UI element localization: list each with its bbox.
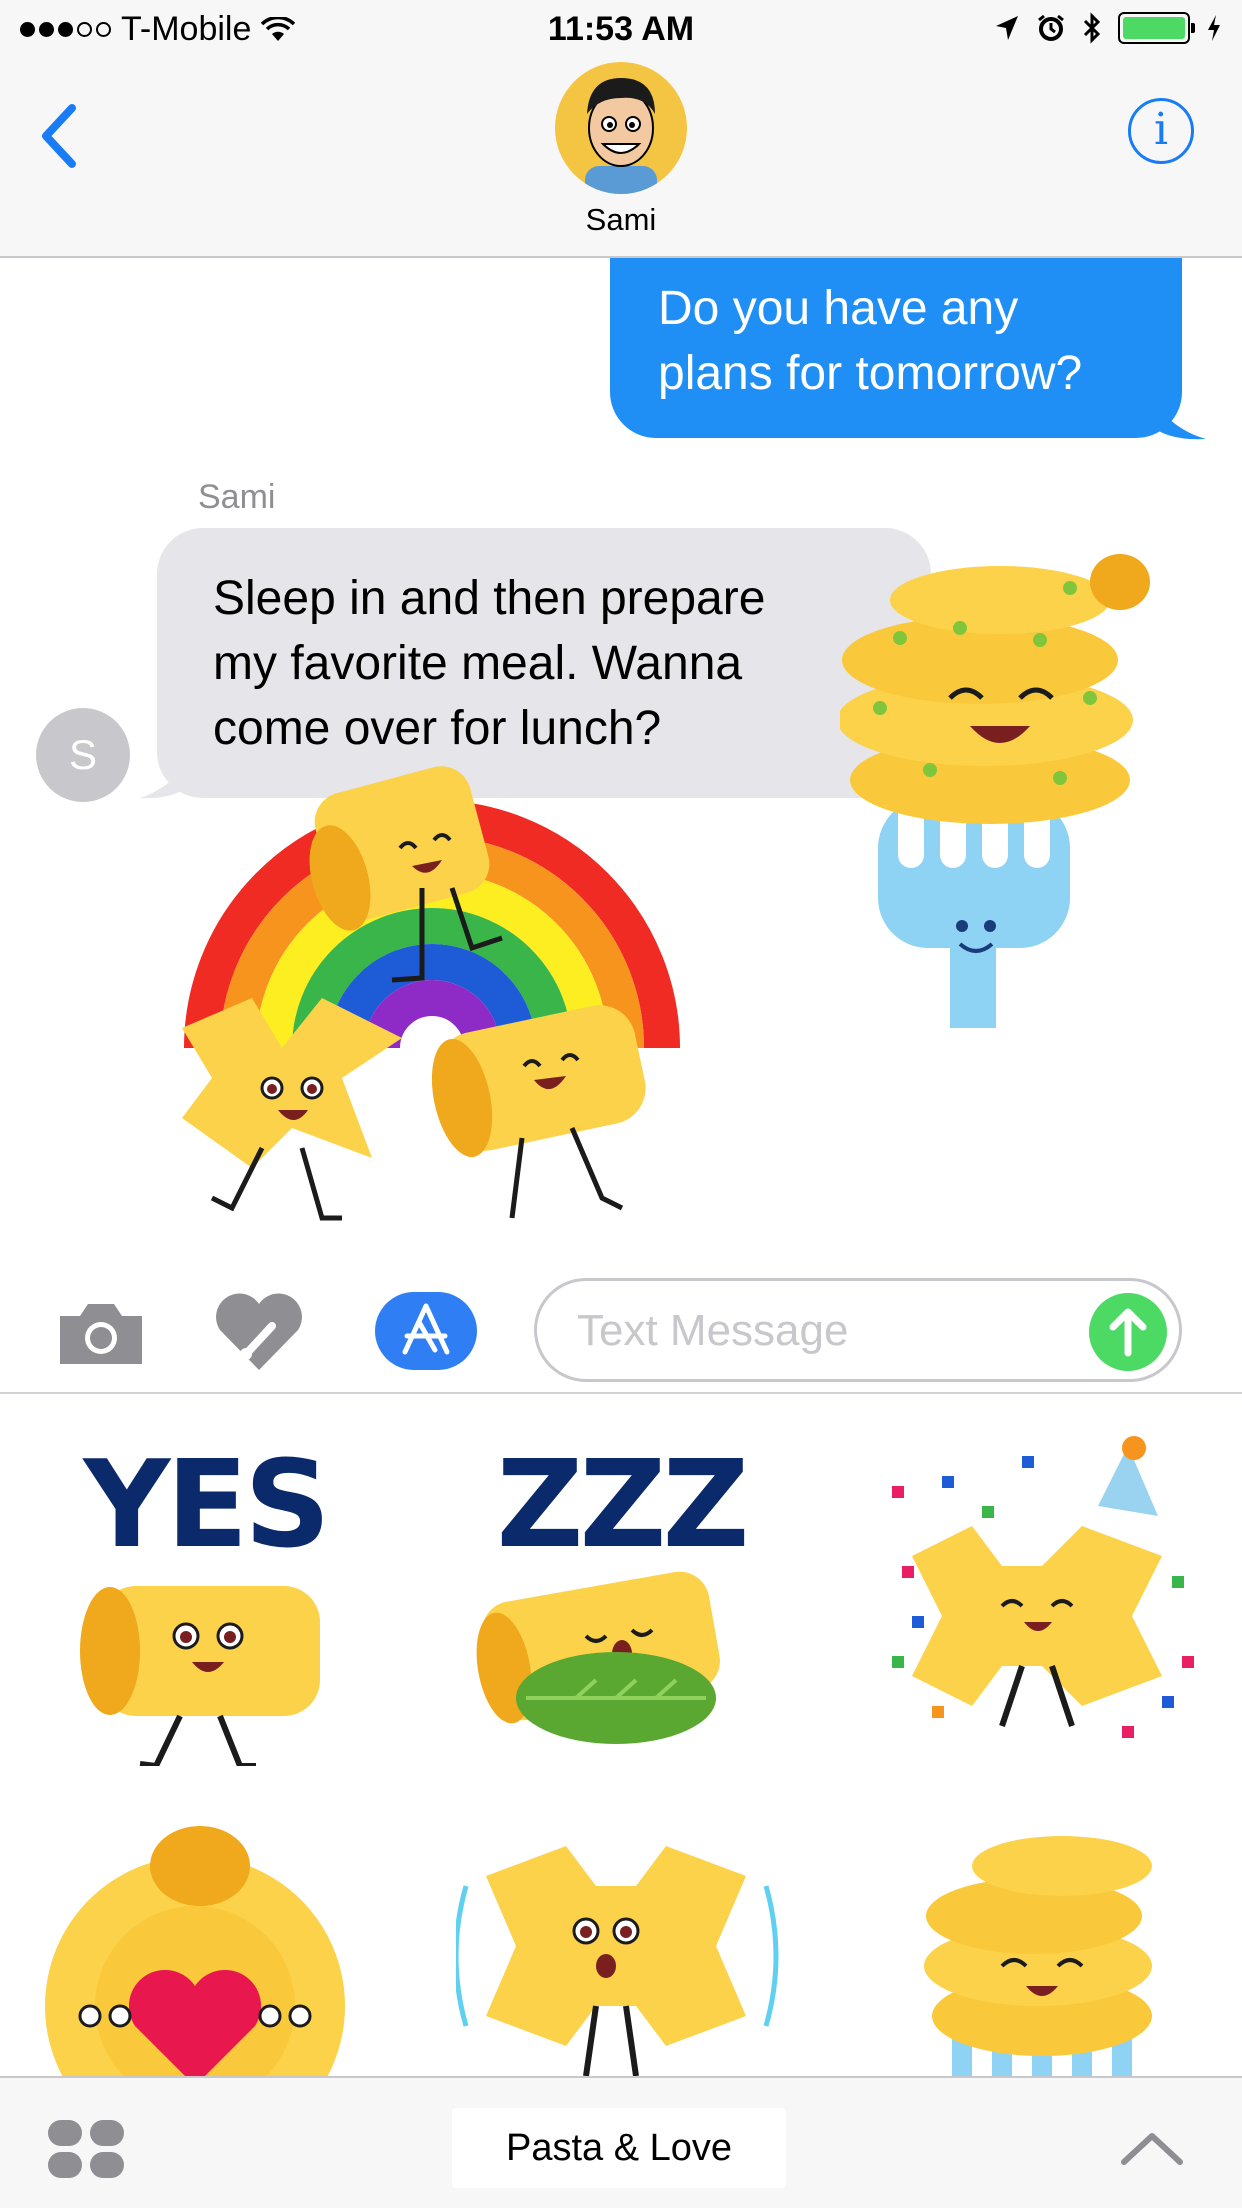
camera-icon[interactable] xyxy=(54,1292,148,1374)
love-ring-sticker[interactable] xyxy=(40,1826,370,2076)
sender-avatar[interactable]: S xyxy=(36,708,130,802)
sent-bubble-tail xyxy=(1150,395,1206,440)
cartoon-face-icon xyxy=(585,78,657,194)
alarm-icon xyxy=(1038,14,1064,41)
status-icons xyxy=(994,12,1222,44)
info-button[interactable]: i xyxy=(1128,98,1194,164)
conversation-header: Sami i xyxy=(0,62,1242,258)
app-store-icon xyxy=(402,1303,450,1355)
location-arrow-icon xyxy=(996,16,1018,40)
sticker-pack-bar: Pasta & Love xyxy=(0,2076,1242,2208)
chevron-up-icon[interactable] xyxy=(1120,2128,1184,2168)
send-button[interactable] xyxy=(1089,1293,1167,1371)
sent-message-bubble[interactable]: Do you have any plans for tomorrow? xyxy=(610,258,1182,438)
sender-label: Sami xyxy=(198,478,276,516)
sent-message-line: Do you have any xyxy=(658,282,1019,335)
contact-name[interactable]: Sami xyxy=(0,202,1242,238)
pasta-fork-sticker[interactable] xyxy=(840,548,1160,1048)
shaking-bowtie-sticker[interactable] xyxy=(453,1826,786,2076)
pasta-ring-heart-icon xyxy=(45,1826,345,2076)
sticker-drawer: YES ZZZ xyxy=(0,1396,1242,2076)
pasta-tube-icon xyxy=(80,1586,320,1766)
status-bar: T-Mobile 11:53 AM xyxy=(0,0,1242,62)
message-input-bar xyxy=(0,1270,1242,1394)
yes-sticker[interactable]: YES xyxy=(40,1436,370,1766)
pack-tab-pasta-love[interactable]: Pasta & Love xyxy=(452,2108,786,2188)
bluetooth-icon xyxy=(1083,12,1101,44)
digital-touch-heart-icon[interactable] xyxy=(212,1292,306,1374)
contact-header[interactable]: Sami xyxy=(0,62,1242,238)
received-message-line: my favorite meal. Wanna xyxy=(213,637,743,690)
pasta-rainbow-sticker[interactable] xyxy=(172,748,692,1248)
sent-message-line: plans for tomorrow? xyxy=(658,347,1083,400)
pasta-fork-small-sticker[interactable] xyxy=(872,1826,1202,2076)
send-arrow-icon xyxy=(1109,1308,1147,1357)
party-bowtie-icon xyxy=(892,1436,1194,1738)
zzz-sticker[interactable]: ZZZ xyxy=(456,1436,786,1766)
party-bowtie-sticker[interactable] xyxy=(872,1436,1202,1766)
charging-bolt-icon xyxy=(1208,15,1220,41)
sleeping-pasta-icon xyxy=(476,1571,720,1744)
text-message-field[interactable] xyxy=(534,1278,1182,1382)
contact-avatar[interactable] xyxy=(555,62,687,194)
text-message-input[interactable] xyxy=(577,1301,1077,1361)
app-store-button[interactable] xyxy=(375,1292,477,1370)
pasta-fork-icon xyxy=(924,1836,1152,2076)
shaking-bowtie-icon xyxy=(453,1846,779,2076)
received-message-line: Sleep in and then prepare xyxy=(213,572,766,625)
app-drawer-grid-icon[interactable] xyxy=(46,2118,126,2180)
battery-icon xyxy=(1118,12,1195,44)
